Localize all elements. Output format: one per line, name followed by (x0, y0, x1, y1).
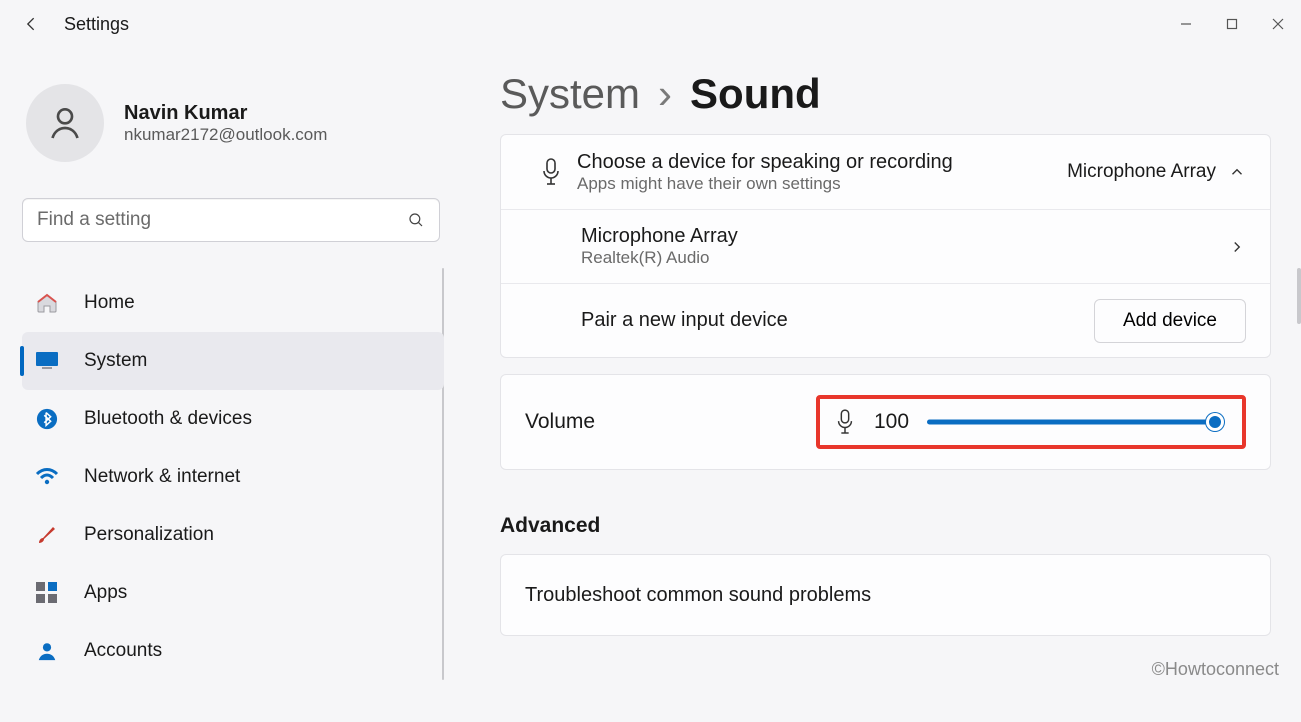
accounts-icon (32, 640, 62, 662)
input-devices-card: Choose a device for speaking or recordin… (500, 134, 1271, 358)
microphone-icon (834, 409, 856, 435)
chevron-right-icon: › (658, 70, 672, 118)
nav-item-system[interactable]: System (22, 332, 444, 390)
troubleshoot-card[interactable]: Troubleshoot common sound problems (500, 554, 1271, 636)
nav-label: Bluetooth & devices (84, 408, 252, 430)
brush-icon (32, 523, 62, 547)
maximize-button[interactable] (1209, 8, 1255, 40)
nav-item-personalization[interactable]: Personalization (22, 506, 444, 564)
nav-label: Accounts (84, 640, 162, 662)
sidebar: Navin Kumar nkumar2172@outlook.com Home … (0, 48, 460, 722)
nav-item-apps[interactable]: Apps (22, 564, 444, 622)
slider-thumb[interactable] (1206, 413, 1224, 431)
row-title: Microphone Array (581, 225, 1228, 248)
system-icon (32, 351, 62, 371)
pair-device-row: Pair a new input device Add device (501, 283, 1270, 357)
scrollbar[interactable] (1297, 268, 1301, 324)
highlight-annotation: 100 (816, 395, 1246, 449)
volume-slider[interactable] (927, 413, 1222, 431)
search-icon (407, 211, 425, 229)
app-title: Settings (64, 14, 129, 35)
volume-label: Volume (525, 410, 595, 434)
nav-label: Network & internet (84, 466, 240, 488)
nav-label: Home (84, 292, 135, 314)
nav-item-accounts[interactable]: Accounts (22, 622, 444, 680)
volume-card: Volume 100 (500, 374, 1271, 470)
close-button[interactable] (1255, 8, 1301, 40)
advanced-heading: Advanced (500, 514, 1271, 538)
nav-item-network[interactable]: Network & internet (22, 448, 444, 506)
profile-name: Navin Kumar (124, 101, 327, 125)
breadcrumb-parent[interactable]: System (500, 70, 640, 118)
row-title: Troubleshoot common sound problems (525, 584, 1246, 607)
wifi-icon (32, 467, 62, 487)
slider-track (927, 420, 1222, 425)
search-box[interactable] (22, 198, 440, 242)
nav-label: System (84, 350, 147, 372)
nav: Home System Bluetooth & devices Network … (22, 274, 444, 680)
volume-value: 100 (874, 410, 909, 434)
microphone-icon (525, 158, 577, 186)
nav-item-bluetooth[interactable]: Bluetooth & devices (22, 390, 444, 448)
row-subtitle: Apps might have their own settings (577, 174, 1067, 194)
search-input[interactable] (37, 209, 407, 231)
back-button[interactable] (8, 0, 56, 48)
row-title: Pair a new input device (581, 309, 1094, 332)
avatar (26, 84, 104, 162)
chevron-right-icon (1228, 238, 1246, 256)
home-icon (32, 291, 62, 315)
selected-input-device: Microphone Array (1067, 161, 1216, 183)
main-content: System › Sound Choose a device for speak… (460, 48, 1301, 722)
chevron-up-icon (1228, 163, 1246, 181)
window-controls (1163, 8, 1301, 40)
breadcrumb-current: Sound (690, 70, 821, 118)
nav-item-home[interactable]: Home (22, 274, 444, 332)
input-header-row[interactable]: Choose a device for speaking or recordin… (501, 135, 1270, 209)
apps-icon (32, 582, 62, 604)
row-title: Choose a device for speaking or recordin… (577, 151, 1067, 174)
nav-label: Apps (84, 582, 127, 604)
minimize-button[interactable] (1163, 8, 1209, 40)
bluetooth-icon (32, 408, 62, 430)
row-subtitle: Realtek(R) Audio (581, 248, 1228, 268)
add-device-button[interactable]: Add device (1094, 299, 1246, 343)
titlebar: Settings (0, 0, 1301, 48)
mic-device-row[interactable]: Microphone Array Realtek(R) Audio (501, 209, 1270, 283)
watermark: ©Howtoconnect (1152, 659, 1279, 680)
nav-label: Personalization (84, 524, 214, 546)
profile-block[interactable]: Navin Kumar nkumar2172@outlook.com (22, 84, 444, 162)
profile-email: nkumar2172@outlook.com (124, 125, 327, 145)
breadcrumb: System › Sound (500, 70, 1271, 118)
